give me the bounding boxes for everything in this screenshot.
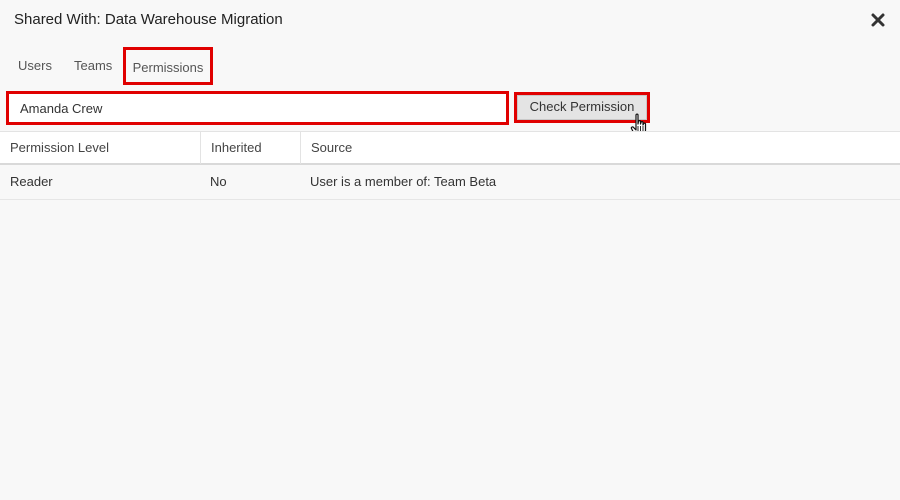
permissions-table: Permission Level Inherited Source Reader…	[0, 131, 900, 200]
column-header-inherited[interactable]: Inherited	[200, 132, 300, 164]
table-header: Permission Level Inherited Source	[0, 131, 900, 165]
close-icon[interactable]	[868, 10, 888, 30]
cell-permission-level: Reader	[10, 174, 53, 189]
table-row[interactable]: Reader No User is a member of: Team Beta	[0, 165, 900, 200]
tab-bar: Users Teams Permissions	[8, 46, 408, 86]
cell-source: User is a member of: Team Beta	[310, 174, 497, 189]
cell-inherited: No	[210, 174, 227, 189]
share-dialog: Shared With: Data Warehouse Migration Us…	[0, 0, 900, 500]
user-search-field[interactable]	[6, 91, 509, 125]
tab-users[interactable]: Users	[18, 46, 52, 86]
column-header-source[interactable]: Source	[300, 132, 900, 164]
tab-teams[interactable]: Teams	[74, 46, 112, 86]
column-header-permission-level[interactable]: Permission Level	[0, 132, 200, 164]
dialog-title: Shared With: Data Warehouse Migration	[14, 11, 283, 28]
check-permission-label: Check Permission	[529, 99, 635, 114]
tab-permissions[interactable]: Permissions	[123, 47, 213, 85]
user-search-input[interactable]	[9, 94, 506, 122]
check-permission-button[interactable]: Check Permission	[514, 92, 650, 123]
